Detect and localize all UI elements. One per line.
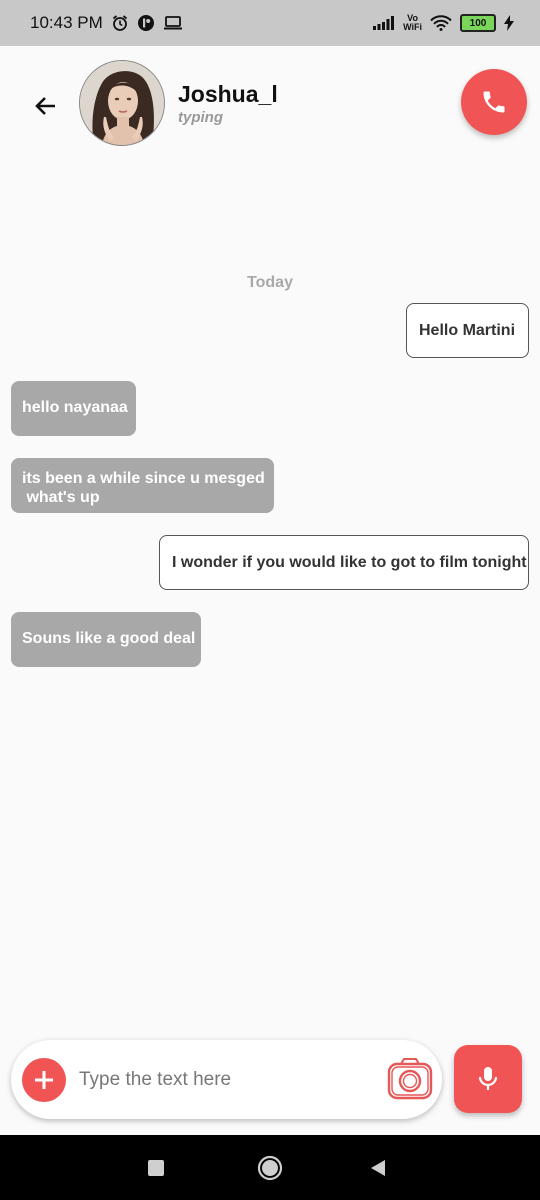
message-text-line-1: its been a while since u mesged [22, 470, 265, 487]
attach-button[interactable] [22, 1058, 66, 1102]
wifi-icon [430, 15, 452, 31]
wifi-label-bottom: WiFi [403, 22, 422, 32]
status-bar-right: Vo WiFi 100 [373, 14, 514, 32]
home-button[interactable] [254, 1152, 286, 1184]
message-input[interactable] [77, 1062, 381, 1098]
back-nav-icon [371, 1160, 385, 1176]
chat-header: Joshua_l typing [0, 46, 540, 166]
wifi-calling-label: Vo WiFi [403, 14, 422, 32]
camera-icon [387, 1058, 433, 1100]
message-text: Hello Martini [419, 322, 516, 339]
message-incoming[interactable]: hello nayanaa [11, 381, 136, 436]
message-incoming[interactable]: its been a while since u mesged what's u… [11, 458, 274, 513]
message-text: hello nayanaa [22, 399, 128, 416]
charging-icon [504, 15, 514, 31]
contact-name: Joshua_l [178, 81, 278, 107]
plus-icon [35, 1071, 53, 1089]
recents-icon [148, 1160, 164, 1176]
camera-button[interactable] [387, 1056, 433, 1102]
microphone-icon [478, 1067, 498, 1090]
phone-icon [483, 91, 505, 113]
message-composer [11, 1040, 442, 1119]
status-bar-left: 10:43 PM [30, 13, 183, 33]
app-badge-icon [137, 14, 155, 32]
back-nav-button[interactable] [362, 1152, 394, 1184]
alarm-icon [111, 14, 129, 32]
message-incoming[interactable]: Souns like a good deal [11, 612, 201, 667]
call-button[interactable] [461, 69, 527, 135]
status-time: 10:43 PM [30, 13, 103, 32]
date-divider: Today [247, 274, 293, 291]
status-bar: 10:43 PM Vo WiFi 100 [0, 0, 540, 46]
signal-icon [373, 16, 395, 30]
home-icon [257, 1155, 283, 1181]
message-text-line-2: what's up [22, 489, 100, 506]
avatar[interactable] [79, 60, 165, 146]
laptop-icon [163, 15, 183, 31]
back-button[interactable] [30, 90, 62, 122]
recents-button[interactable] [140, 1152, 172, 1184]
message-text: I wonder if you would like to got to fil… [172, 554, 527, 571]
avatar-image [80, 61, 164, 145]
back-arrow-icon [35, 97, 55, 115]
system-navigation-bar [0, 1135, 540, 1200]
contact-status: typing [178, 109, 223, 126]
message-text: Souns like a good deal [22, 630, 196, 647]
voice-record-button[interactable] [454, 1045, 522, 1113]
message-outgoing[interactable]: Hello Martini [406, 303, 529, 358]
message-outgoing[interactable]: I wonder if you would like to got to fil… [159, 535, 529, 590]
battery-icon: 100 [460, 14, 496, 32]
